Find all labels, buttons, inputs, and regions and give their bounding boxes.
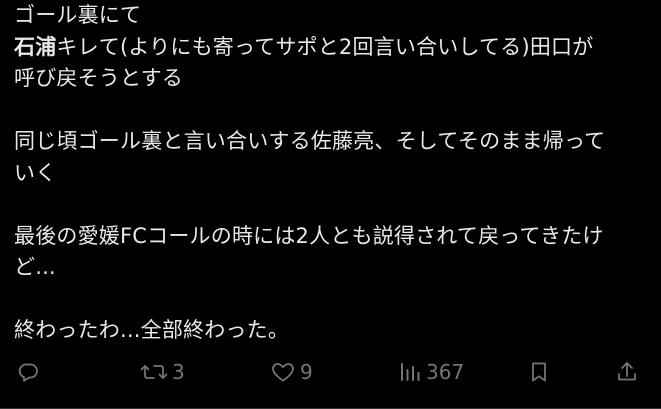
views-bar-chart-icon: [398, 360, 422, 384]
heart-icon: [270, 360, 296, 384]
retweet-count: 3: [172, 360, 185, 384]
tweet-line-text: キレて(よりにも寄ってサポと2回言い合いしてる)田口が: [56, 34, 594, 59]
share-icon: [615, 360, 639, 384]
tweet-line: ゴール裏にて: [14, 3, 142, 27]
reply-button[interactable]: [16, 352, 40, 392]
like-button[interactable]: 9: [270, 352, 313, 392]
share-button[interactable]: [615, 352, 639, 392]
views-button[interactable]: 367: [398, 352, 464, 392]
bookmark-icon: [527, 360, 551, 384]
bookmark-button[interactable]: [527, 352, 551, 392]
tweet-line: 石浦キレて(よりにも寄ってサポと2回言い合いしてる)田口が: [14, 32, 654, 64]
retweet-button[interactable]: 3: [140, 352, 185, 392]
tweet-line: 呼び戻そうとする: [14, 66, 183, 90]
tweet-line: 終わったわ...全部終わった。: [14, 318, 290, 342]
tweet-line: いく: [14, 160, 57, 185]
reply-icon: [16, 360, 40, 384]
mention-name: 石浦: [14, 34, 57, 59]
tweet-line: 最後の愛媛FCコールの時には2人とも説得されて戻ってきたけ: [14, 223, 604, 248]
retweet-icon: [140, 360, 168, 384]
tweet-action-bar: 3 9 367: [0, 352, 661, 392]
tweet-text: ゴール裏にて 石浦キレて(よりにも寄ってサポと2回言い合いしてる)田口が 呼び戻…: [14, 0, 654, 347]
tweet-line: ど...: [14, 255, 56, 279]
tweet-line: 同じ頃ゴール裏と言い合いする佐藤亮、そしてそのまま帰って: [14, 129, 606, 153]
views-count: 367: [426, 360, 465, 384]
like-count: 9: [300, 360, 313, 384]
